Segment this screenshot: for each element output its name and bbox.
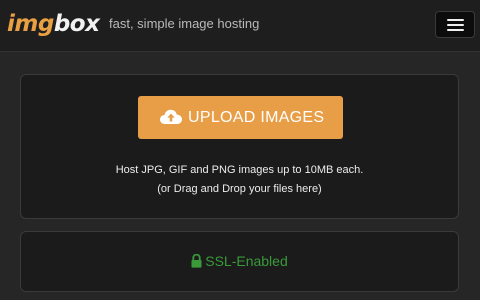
logo-box-text: box xyxy=(53,11,100,37)
cloud-upload-icon xyxy=(160,109,182,124)
upload-images-button[interactable]: UPLOAD IMAGES xyxy=(138,96,343,139)
navbar: imgbox fast, simple image hosting xyxy=(0,0,480,52)
ssl-status: SSL-Enabled xyxy=(21,252,458,270)
menu-button[interactable] xyxy=(435,11,475,38)
tagline: fast, simple image hosting xyxy=(109,16,260,31)
logo[interactable]: imgbox xyxy=(7,9,100,39)
lock-icon xyxy=(191,254,202,268)
upload-panel[interactable]: UPLOAD IMAGES Host JPG, GIF and PNG imag… xyxy=(20,74,459,219)
logo-img-text: img xyxy=(7,11,54,37)
upload-button-label: UPLOAD IMAGES xyxy=(188,109,325,126)
upload-info-text: Host JPG, GIF and PNG images up to 10MB … xyxy=(115,164,364,176)
drag-drop-hint: (or Drag and Drop your files here) xyxy=(157,183,322,195)
ssl-label: SSL-Enabled xyxy=(205,253,288,269)
ssl-panel: SSL-Enabled xyxy=(20,231,459,292)
